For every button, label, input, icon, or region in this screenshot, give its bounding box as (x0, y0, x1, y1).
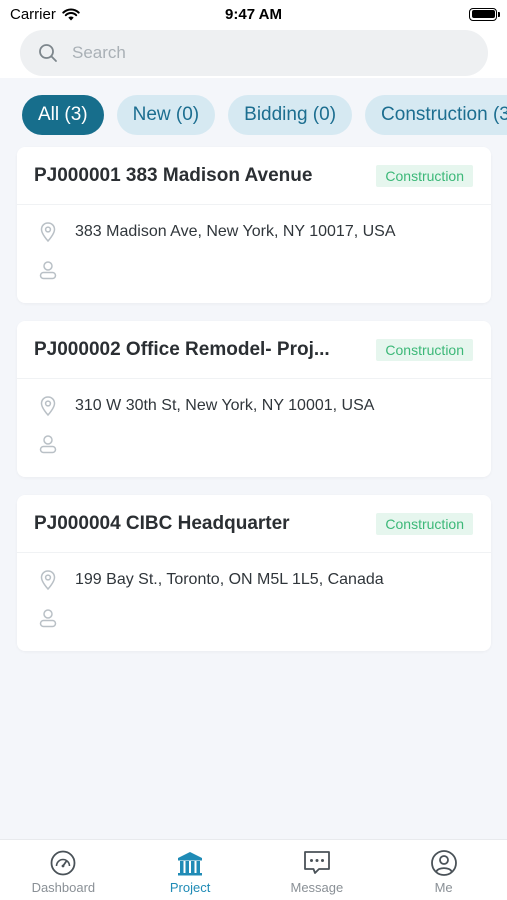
location-pin-icon (40, 222, 56, 243)
status-badge: Construction (376, 165, 473, 187)
wifi-icon (62, 8, 80, 20)
project-address: 199 Bay St., Toronto, ON M5L 1L5, Canada (75, 571, 384, 588)
status-left: Carrier (10, 6, 80, 23)
status-badge: Construction (376, 513, 473, 535)
project-address-row: 310 W 30th St, New York, NY 10001, USA (37, 395, 374, 417)
project-address-row: 383 Madison Ave, New York, NY 10017, USA (37, 221, 396, 243)
bottom-tab-bar: Dashboard Project Message Me (0, 839, 507, 900)
search-icon (39, 44, 57, 62)
project-title: PJ000004 CIBC Headquarter (34, 512, 290, 534)
person-icon (39, 609, 57, 628)
dashboard-gauge-icon (50, 850, 76, 876)
user-profile-icon (430, 850, 457, 876)
carrier-label: Carrier (10, 5, 56, 23)
tab-me[interactable]: Me (380, 840, 507, 900)
project-contact-row (37, 433, 75, 455)
project-title: PJ000002 Office Remodel- Proj... (34, 338, 330, 360)
person-icon (39, 261, 57, 280)
filter-chip-all[interactable]: All (3) (22, 95, 104, 135)
project-contact-row (37, 259, 75, 281)
status-filter-tabs: All (3) New (0) Bidding (0) Construction… (22, 95, 507, 135)
tab-label: Project (169, 880, 211, 895)
tab-label: Dashboard (31, 880, 96, 895)
status-badge: Construction (376, 339, 473, 361)
project-list: PJ000001 383 Madison Avenue Construction… (17, 147, 491, 669)
filter-chip-bidding[interactable]: Bidding (0) (228, 95, 353, 135)
location-pin-icon (40, 570, 56, 591)
filter-chip-construction[interactable]: Construction (3) (365, 95, 507, 135)
project-address-row: 199 Bay St., Toronto, ON M5L 1L5, Canada (37, 569, 384, 591)
project-address: 383 Madison Ave, New York, NY 10017, USA (75, 223, 396, 240)
project-contact-row (37, 607, 75, 629)
search-input[interactable] (72, 43, 452, 63)
message-bubble-icon (303, 851, 330, 874)
search-bar-container (0, 28, 507, 78)
filter-chip-new[interactable]: New (0) (116, 95, 216, 135)
tab-label: Message (290, 880, 344, 895)
person-icon (39, 435, 57, 454)
battery-icon (469, 7, 500, 21)
project-card[interactable]: PJ000001 383 Madison Avenue Construction… (17, 147, 491, 303)
tab-project[interactable]: Project (127, 840, 254, 900)
location-pin-icon (40, 396, 56, 417)
tab-dashboard[interactable]: Dashboard (0, 840, 127, 900)
tab-message[interactable]: Message (254, 840, 381, 900)
search-box[interactable] (20, 30, 488, 76)
status-bar: Carrier 9:47 AM (0, 0, 507, 28)
project-card[interactable]: PJ000004 CIBC Headquarter Construction 1… (17, 495, 491, 651)
project-card[interactable]: PJ000002 Office Remodel- Proj... Constru… (17, 321, 491, 477)
tab-label: Me (434, 880, 453, 895)
project-title: PJ000001 383 Madison Avenue (34, 164, 313, 186)
project-building-icon (178, 852, 203, 876)
project-address: 310 W 30th St, New York, NY 10001, USA (75, 397, 375, 414)
